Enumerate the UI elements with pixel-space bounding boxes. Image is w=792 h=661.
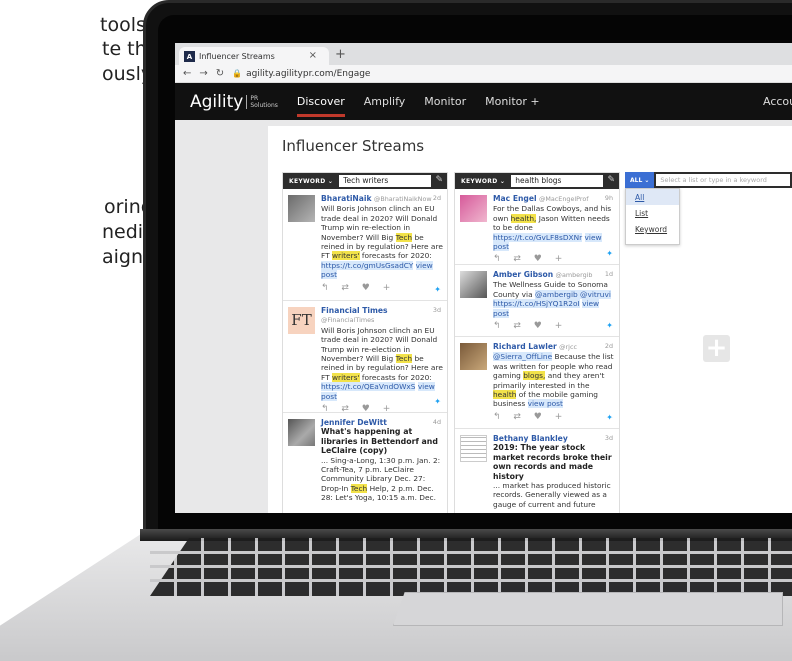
avatar [288,195,315,222]
nav-monitor-plus[interactable]: Monitor + [485,83,540,120]
address-bar[interactable]: ← → ↻ 🔒 agility.agilitypr.com/Engage [175,65,792,83]
avatar [460,435,487,462]
stream-card[interactable]: 1d Amber Gibson @ambergib The Wellness G… [455,265,619,337]
promo-image: tools te the ously oring, nedia aigns, A… [0,0,792,661]
lock-icon: 🔒 [232,69,243,78]
all-filter-button[interactable]: ALL ⌄ [625,172,655,188]
stream-header: KEYWORD ⌄ Tech writers ✎ [283,173,447,189]
twitter-icon: ✦ [606,320,613,330]
page-title: Influencer Streams [282,137,425,155]
new-tab-button[interactable]: + [335,47,346,62]
nav-account[interactable]: Accoun [763,95,792,108]
tweet-link[interactable]: https://t.co/GvLF8sDXNr [493,232,583,242]
dropdown-option-all[interactable]: All [626,189,679,205]
filter-dropdown: All List Keyword [625,188,680,245]
avatar [460,343,487,370]
list-keyword-input[interactable]: Select a list or type in a keyword [656,174,790,186]
author-name[interactable]: Amber Gibson [493,270,553,279]
author-name[interactable]: Mac Engel [493,194,537,203]
avatar [288,419,315,446]
view-post-link[interactable]: view post [527,399,563,409]
browser-tab-bar: A Influencer Streams × + [175,43,792,65]
forward-icon[interactable]: → [199,68,207,79]
mention-link[interactable]: @ambergib @vitruvi [535,289,611,299]
twitter-icon: ✦ [434,396,441,406]
card-actions[interactable]: ↰ ⇄ ♥ + [321,283,443,293]
stream-card[interactable]: 2d Richard Lawler @rjcc @Sierra_OffLine … [455,337,619,429]
card-actions[interactable]: ↰ ⇄ ♥ + [493,255,615,265]
dropdown-option-list[interactable]: List [626,205,679,221]
keyword-filter-button[interactable]: KEYWORD ⌄ [283,178,339,185]
article-headline[interactable]: 2019: The year stock market records brok… [493,443,615,481]
browser-tab[interactable]: A Influencer Streams × [179,47,329,65]
avatar [460,271,487,298]
tab-title: Influencer Streams [199,51,275,61]
nav-discover[interactable]: Discover [296,83,345,120]
marketing-text-line: tools [100,14,146,36]
stream-column: KEYWORD ⌄ health blogs ✎ 9h Mac Engel @M… [454,172,620,513]
laptop-screen: A Influencer Streams × + ← → ↻ 🔒 agility… [175,43,792,513]
author-name[interactable]: Richard Lawler [493,342,557,351]
author-name[interactable]: Financial Times [321,306,388,315]
card-actions[interactable]: ↰ ⇄ ♥ + [493,412,615,422]
tweet-link[interactable]: https://t.co/HSjYQ1R2oI [493,299,580,309]
keyword-input[interactable]: health blogs [511,175,603,187]
tweet-link[interactable]: https://t.co/gmUsGsadCY [321,260,414,270]
laptop-trackpad [393,592,783,626]
stream-card[interactable]: 4d Jennifer DeWitt What's happening at l… [283,413,447,503]
twitter-icon: ✦ [434,284,441,294]
back-icon[interactable]: ← [183,68,191,79]
author-name[interactable]: Jennifer DeWitt [321,418,387,427]
agility-logo[interactable]: Agility PR Solutions [190,92,278,112]
tweet-link[interactable]: https://t.co/QEaVndOWxS [321,382,416,392]
stream-card[interactable]: 9h Mac Engel @MacEngelProf For the Dalla… [455,189,619,265]
reload-icon[interactable]: ↻ [216,68,224,79]
wrench-icon[interactable]: ✎ [607,175,615,185]
nav-monitor[interactable]: Monitor [424,83,466,120]
add-column-icon[interactable]: + [703,335,730,362]
stream-card[interactable]: 3d Bethany Blankley 2019: The year stock… [455,429,619,513]
stream-column: KEYWORD ⌄ Tech writers ✎ 2d BharatiNaik … [282,172,448,513]
stream-header: KEYWORD ⌄ health blogs ✎ [455,173,619,189]
keyword-filter-button[interactable]: KEYWORD ⌄ [455,178,511,185]
card-actions[interactable]: ↰ ⇄ ♥ + [493,321,615,331]
mention-link[interactable]: @Sierra_OffLine [493,352,553,362]
avatar: FT [288,307,315,334]
avatar [460,195,487,222]
list-column-header: ALL ⌄ Select a list or type in a keyword [625,172,792,188]
stream-card[interactable]: FT 3d Financial Times @FinancialTimes Wi… [283,301,447,414]
agility-favicon-icon: A [184,51,195,62]
nav-amplify[interactable]: Amplify [364,83,406,120]
app-navbar: Agility PR Solutions Discover Amplify Mon… [175,83,792,120]
twitter-icon: ✦ [606,248,613,258]
author-name[interactable]: Bethany Blankley [493,434,568,443]
keyword-input[interactable]: Tech writers [339,175,431,187]
author-name[interactable]: BharatiNaik [321,194,372,203]
dropdown-option-keyword[interactable]: Keyword [626,221,679,237]
twitter-icon: ✦ [606,412,613,422]
url-text[interactable]: agility.agilitypr.com/Engage [246,69,370,79]
stream-card[interactable]: 2d BharatiNaik @BharatiNaikNow Will Bori… [283,189,447,301]
wrench-icon[interactable]: ✎ [435,175,443,185]
close-icon[interactable]: × [309,50,317,61]
article-headline[interactable]: What's happening at libraries in Bettend… [321,427,443,455]
